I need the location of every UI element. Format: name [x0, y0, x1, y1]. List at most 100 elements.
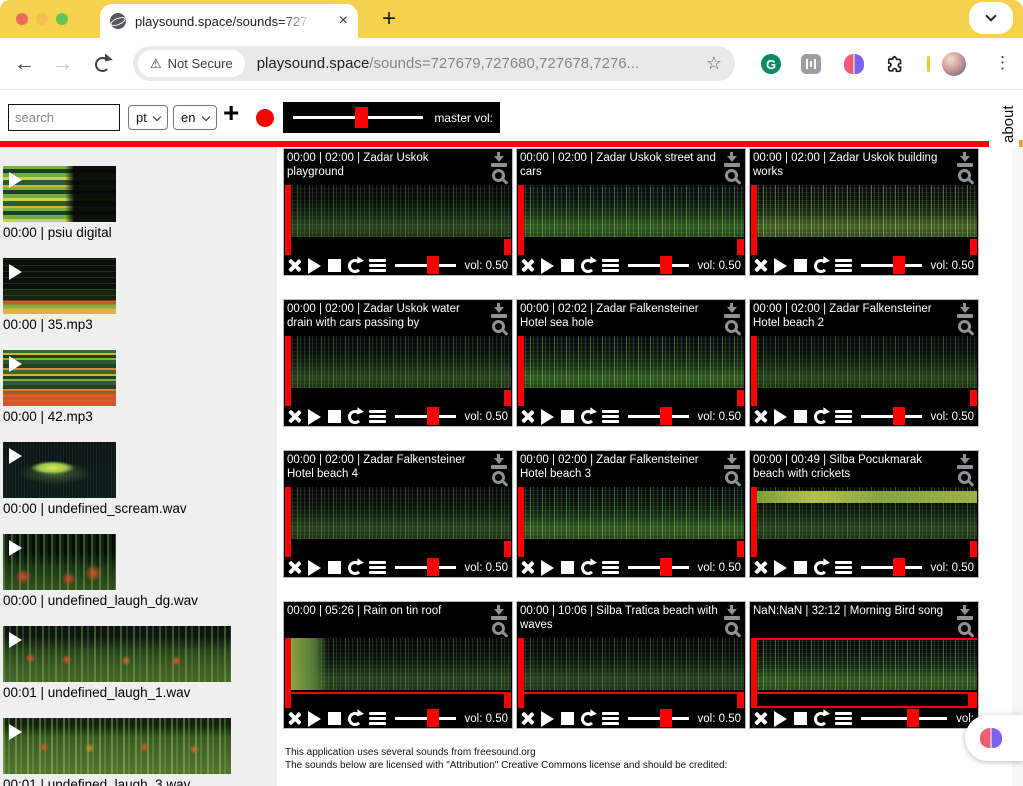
menu-icon[interactable] [835, 561, 852, 574]
about-link[interactable]: about [1000, 91, 1022, 143]
spectrogram[interactable] [751, 638, 977, 690]
close-icon[interactable] [754, 259, 767, 272]
add-button[interactable]: + [223, 97, 239, 129]
close-window-button[interactable] [16, 13, 28, 25]
download-icon[interactable] [724, 152, 740, 167]
magnifier-icon[interactable] [492, 169, 505, 182]
magnifier-icon[interactable] [958, 622, 971, 635]
magnifier-icon[interactable] [492, 320, 505, 333]
volume-thumb[interactable] [427, 709, 439, 727]
close-icon[interactable] [288, 410, 301, 423]
menu-icon[interactable] [835, 410, 852, 423]
play-icon[interactable] [9, 172, 22, 188]
seek-bar[interactable] [285, 390, 511, 406]
play-icon[interactable] [308, 711, 321, 727]
loop-icon[interactable] [581, 712, 595, 726]
volume-thumb[interactable] [660, 256, 672, 274]
seek-bar[interactable] [285, 239, 511, 255]
spectrogram-thumbnail[interactable] [3, 442, 116, 498]
minimize-window-button[interactable] [36, 13, 48, 25]
back-button[interactable]: ← [14, 52, 35, 76]
play-icon[interactable] [774, 409, 787, 425]
menu-icon[interactable] [369, 410, 386, 423]
list-item[interactable]: 00:00 | 42.mp3 [3, 350, 277, 425]
grammarly-extension-icon[interactable]: G [761, 54, 781, 74]
volume-thumb[interactable] [893, 558, 905, 576]
magnifier-icon[interactable] [492, 471, 505, 484]
gray-extension-icon[interactable] [801, 54, 821, 74]
bookmark-star-icon[interactable]: ☆ [706, 53, 722, 74]
tab-close-icon[interactable]: × [339, 13, 348, 29]
loop-icon[interactable] [814, 410, 828, 424]
seek-bar[interactable] [285, 541, 511, 557]
play-icon[interactable] [541, 258, 554, 274]
menu-icon[interactable] [602, 712, 619, 725]
volume-slider[interactable] [395, 717, 456, 720]
seek-bar[interactable] [518, 541, 744, 557]
close-icon[interactable] [288, 561, 301, 574]
loop-icon[interactable] [581, 410, 595, 424]
menu-icon[interactable] [369, 712, 386, 725]
volume-slider[interactable] [395, 415, 456, 418]
spectrogram[interactable] [751, 487, 977, 539]
download-icon[interactable] [957, 454, 973, 469]
magnifier-icon[interactable] [725, 320, 738, 333]
stop-icon[interactable] [328, 259, 341, 272]
browser-menu-icon[interactable]: ⋮ [994, 53, 1011, 73]
download-icon[interactable] [957, 152, 973, 167]
seek-bar[interactable] [751, 390, 977, 406]
play-icon[interactable] [9, 632, 22, 648]
stop-icon[interactable] [328, 410, 341, 423]
list-item[interactable]: 00:00 | undefined_scream.wav [3, 442, 277, 517]
loop-icon[interactable] [814, 561, 828, 575]
brain-assistant-pill[interactable] [965, 715, 1023, 761]
play-icon[interactable] [9, 356, 22, 372]
spectrogram[interactable] [285, 487, 511, 539]
menu-icon[interactable] [835, 712, 852, 725]
close-icon[interactable] [288, 712, 301, 725]
seek-bar[interactable] [518, 239, 744, 255]
volume-thumb[interactable] [660, 709, 672, 727]
seek-bar[interactable] [518, 390, 744, 406]
spectrogram-thumbnail[interactable] [3, 350, 116, 406]
play-icon[interactable] [541, 711, 554, 727]
download-icon[interactable] [957, 605, 973, 620]
close-icon[interactable] [754, 712, 767, 725]
spectrogram[interactable] [518, 638, 744, 690]
close-icon[interactable] [521, 561, 534, 574]
menu-icon[interactable] [369, 259, 386, 272]
language-select-pt[interactable]: pt [128, 105, 168, 130]
stop-icon[interactable] [561, 561, 574, 574]
list-item[interactable]: 00:00 | undefined_laugh_dg.wav [3, 534, 277, 609]
close-icon[interactable] [521, 712, 534, 725]
play-icon[interactable] [541, 560, 554, 576]
spectrogram[interactable] [751, 185, 977, 237]
volume-slider[interactable] [861, 566, 922, 569]
loop-icon[interactable] [348, 410, 362, 424]
browser-tab[interactable]: playsound.space/sounds=727 × [100, 4, 358, 38]
volume-slider[interactable] [628, 566, 689, 569]
spectrogram[interactable] [751, 336, 977, 388]
close-icon[interactable] [521, 410, 534, 423]
stop-icon[interactable] [561, 712, 574, 725]
volume-thumb[interactable] [427, 256, 439, 274]
loop-icon[interactable] [581, 561, 595, 575]
spectrogram-thumbnail[interactable] [3, 166, 116, 222]
loop-icon[interactable] [581, 259, 595, 273]
spectrogram[interactable] [285, 185, 511, 237]
loop-icon[interactable] [814, 259, 828, 273]
close-icon[interactable] [754, 561, 767, 574]
extensions-puzzle-icon[interactable] [886, 54, 906, 74]
loop-icon[interactable] [348, 561, 362, 575]
stop-icon[interactable] [794, 561, 807, 574]
download-icon[interactable] [724, 454, 740, 469]
tab-search-button[interactable] [969, 2, 1013, 34]
play-icon[interactable] [774, 258, 787, 274]
stop-icon[interactable] [328, 561, 341, 574]
download-icon[interactable] [724, 605, 740, 620]
scrollbar-track[interactable] [1012, 147, 1023, 786]
play-icon[interactable] [9, 540, 22, 556]
volume-slider[interactable] [628, 264, 689, 267]
volume-slider[interactable] [861, 264, 922, 267]
list-item[interactable]: 00:01 | undefined_laugh_1.wav [3, 626, 277, 701]
